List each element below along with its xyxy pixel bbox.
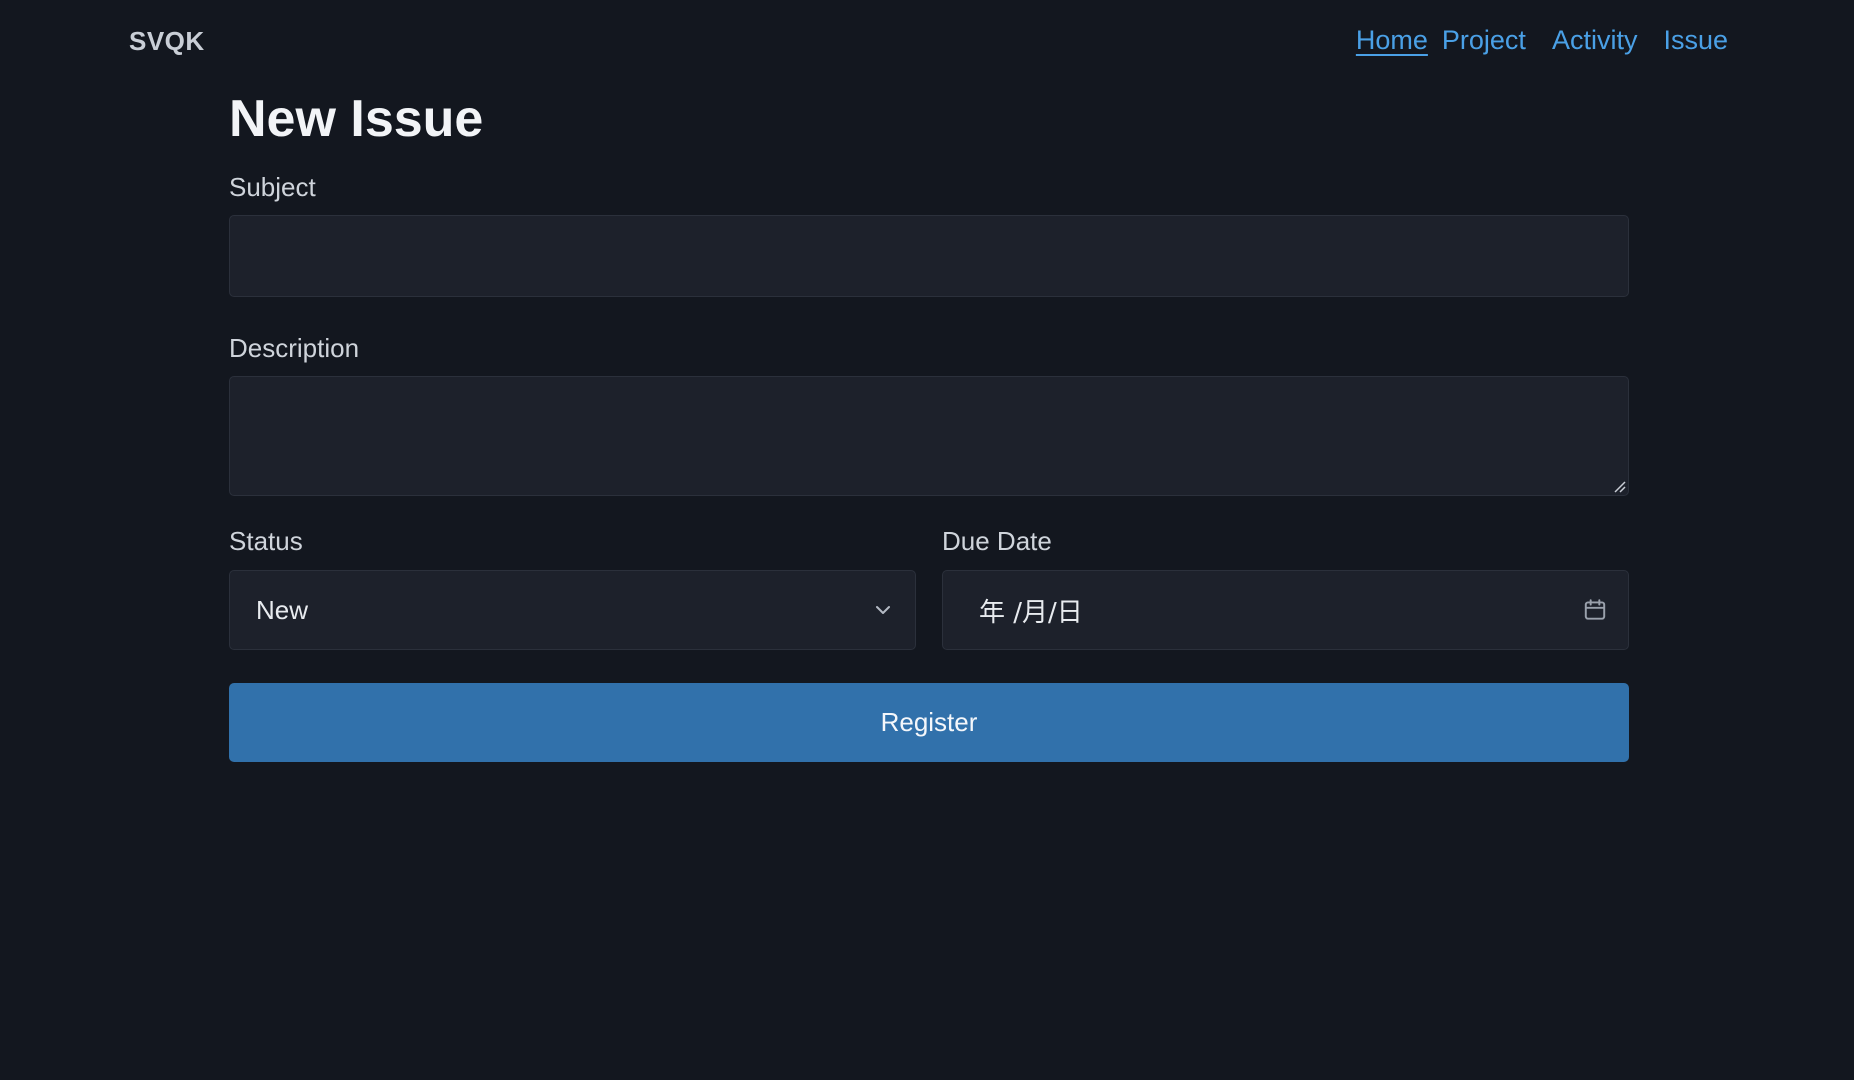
nav-link-issue[interactable]: Issue [1663,25,1728,56]
new-issue-form: New Issue Subject Description Status New… [229,84,1629,762]
resize-handle-icon[interactable] [1612,479,1626,493]
due-date-value: 年 /月/日 [979,597,1083,628]
status-selected-value: New [256,594,309,625]
top-navbar: SVQK Home Project Activity Issue [0,0,1854,84]
page-title: New Issue [229,90,484,148]
subject-input[interactable] [229,215,1629,297]
brand-logo[interactable]: SVQK [129,26,205,57]
nav-link-activity[interactable]: Activity [1552,25,1638,56]
due-date-label: Due Date [942,526,1052,556]
description-textarea[interactable] [229,376,1629,496]
due-date-input[interactable]: 年 /月/日 [942,570,1629,650]
nav-link-home[interactable]: Home [1356,25,1428,56]
nav-link-project[interactable]: Project [1442,25,1526,56]
register-button[interactable]: Register [229,683,1629,762]
due-date-field: Due Date 年 /月/日 [942,526,1629,650]
status-select[interactable]: New [229,570,916,650]
calendar-icon[interactable] [1582,597,1608,623]
status-field: Status New [229,526,916,650]
main-nav: Home Project Activity Issue [1356,25,1728,56]
status-date-row: Status New Due Date 年 /月/日 [229,526,1629,650]
chevron-down-icon [876,606,890,614]
subject-label: Subject [229,172,316,202]
description-wrapper [229,376,1629,496]
description-label: Description [229,333,360,363]
status-label: Status [229,526,303,556]
